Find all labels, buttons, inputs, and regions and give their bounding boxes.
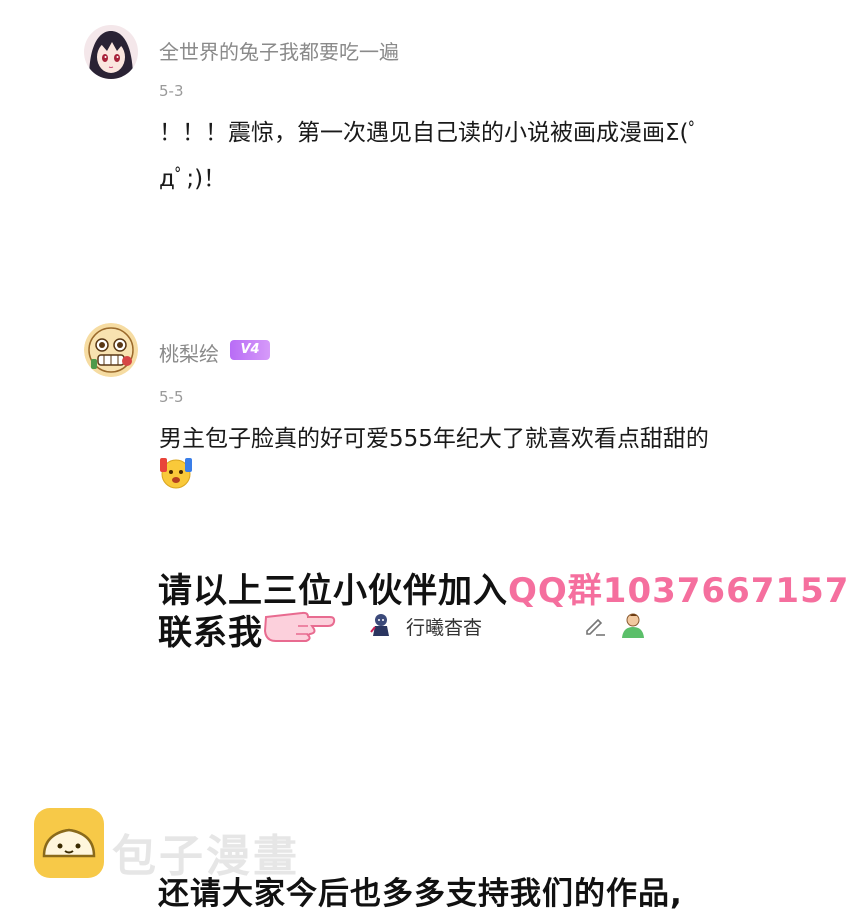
pencil-icon[interactable] (583, 613, 607, 637)
credit-avatar[interactable] (370, 612, 392, 636)
promo-text: 联系我 (158, 613, 263, 653)
comment-text: 男主包子脸真的好可爱555年纪大了就喜欢看点甜甜的 (159, 426, 709, 452)
comment-date: 5-3 (159, 82, 184, 100)
user-icon[interactable] (620, 612, 646, 638)
comment-username[interactable]: 桃梨绘 (159, 338, 219, 367)
avatar[interactable] (84, 323, 138, 377)
comment-date: 5-5 (159, 388, 184, 406)
footer-text: 还请大家今后也多多支持我们的作品, (158, 876, 683, 912)
app-logo (34, 808, 104, 878)
promo-banner-line2: 联系我 (158, 605, 263, 654)
pointing-hand-icon (262, 603, 336, 647)
emoji-icon (158, 455, 194, 489)
comment-username[interactable]: 全世界的兔子我都要吃一遍 (159, 36, 399, 65)
credit-name[interactable]: 行曦杳杳 (406, 613, 482, 640)
vip-badge: V4 (230, 340, 270, 360)
avatar[interactable] (84, 25, 138, 79)
comment-text: ！！！震惊，第一次遇见自己读的小说被画成漫画Σ(ﾟдﾟ;)！ (159, 120, 701, 192)
qq-group-text: QQ群1037667157 (508, 571, 850, 611)
